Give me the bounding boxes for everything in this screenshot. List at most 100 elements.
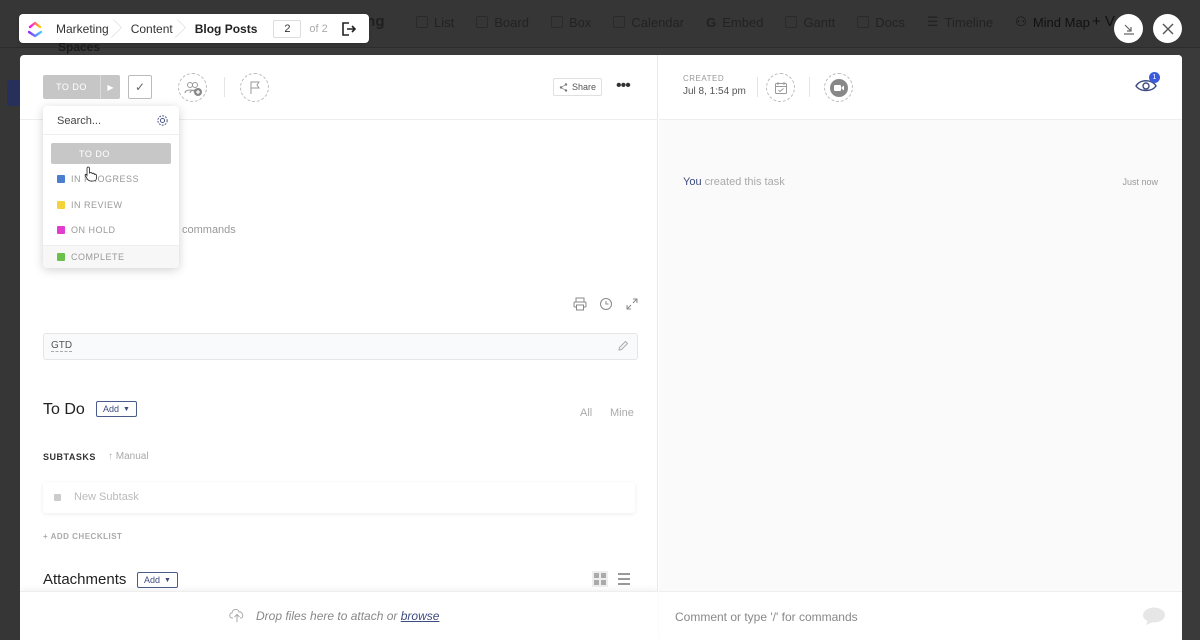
status-dropdown: Search... TO DO IN PROGRESS IN REVIEW ON… xyxy=(43,106,179,268)
filter-mine[interactable]: Mine xyxy=(610,407,634,419)
video-record-button[interactable] xyxy=(824,73,853,102)
watchers-count-badge: 1 xyxy=(1149,72,1160,83)
todo-add-button[interactable]: Add ▼ xyxy=(96,401,137,417)
board-icon xyxy=(476,16,489,28)
view-tab-list[interactable]: List xyxy=(416,14,454,30)
close-button[interactable] xyxy=(1153,14,1182,43)
status-search-input[interactable]: Search... xyxy=(57,115,101,127)
share-button[interactable]: Share xyxy=(553,78,603,96)
status-swatch xyxy=(57,225,65,234)
print-icon[interactable] xyxy=(573,297,587,311)
header-divider xyxy=(809,77,810,97)
view-tab-box[interactable]: Box xyxy=(550,14,591,30)
sort-manual-button[interactable]: ↑ Manual xyxy=(108,451,149,462)
activity-item: You created this task xyxy=(683,176,785,188)
edit-icon[interactable] xyxy=(617,340,629,352)
view-tab-gantt[interactable]: Gantt xyxy=(785,14,835,30)
breadcrumb-folder[interactable]: Content xyxy=(121,14,185,43)
status-option-in-progress[interactable]: IN PROGRESS xyxy=(51,168,171,189)
history-icon[interactable] xyxy=(599,297,613,311)
clickup-logo-icon xyxy=(27,21,43,37)
view-tab-embed[interactable]: G Embed xyxy=(706,14,763,30)
status-option-on-hold[interactable]: ON HOLD xyxy=(51,219,171,240)
activity-actor[interactable]: You xyxy=(683,176,702,188)
status-option-in-review[interactable]: IN REVIEW xyxy=(51,194,171,215)
share-label: Share xyxy=(572,82,597,92)
list-icon xyxy=(416,16,428,28)
created-value: Jul 8, 1:54 pm xyxy=(683,86,746,97)
minimize-button[interactable] xyxy=(1114,14,1143,43)
view-tab-mind-map[interactable]: ⚇ Mind Map xyxy=(1015,14,1090,30)
gear-icon[interactable] xyxy=(156,114,169,127)
embed-icon: G xyxy=(706,14,717,30)
activity-pane: CREATED Jul 8, 1:54 pm 1 You created thi… xyxy=(659,55,1182,640)
view-tabs: List Board Box Calendar G Embed Gantt Doc… xyxy=(416,14,1090,30)
minimize-icon xyxy=(1123,24,1134,35)
view-tab-timeline[interactable]: ☰ Timeline xyxy=(927,14,993,30)
grid-view-icon[interactable] xyxy=(592,571,608,587)
filter-all[interactable]: All xyxy=(580,407,592,419)
next-status-button[interactable]: ▶ xyxy=(100,75,120,99)
more-options-button[interactable]: ••• xyxy=(616,78,631,94)
attachments-title: Attachments xyxy=(43,571,127,588)
tag-gtd[interactable]: GTD xyxy=(51,340,73,352)
subtask-status-icon xyxy=(54,494,61,501)
new-subtask-placeholder: New Subtask xyxy=(74,491,139,503)
status-button[interactable]: TO DO ▶ xyxy=(43,75,120,99)
task-breadcrumb: Marketing Content Blog Posts of 2 xyxy=(19,14,369,43)
task-page-total: of 2 xyxy=(309,22,328,35)
list-view-icon[interactable] xyxy=(616,571,632,587)
calendar-icon xyxy=(613,16,626,28)
priority-button[interactable] xyxy=(240,73,269,102)
caret-down-icon: ▼ xyxy=(123,405,130,413)
activity-header: CREATED Jul 8, 1:54 pm 1 xyxy=(659,55,1182,120)
status-option-todo[interactable]: TO DO xyxy=(51,143,171,164)
breadcrumb-space[interactable]: Marketing xyxy=(52,14,121,43)
sidebar-active-item xyxy=(7,80,20,106)
gantt-icon xyxy=(785,16,798,28)
calendar-icon xyxy=(774,81,787,94)
drop-files-text: Drop files here to attach or browse xyxy=(256,609,440,623)
view-tab-board[interactable]: Board xyxy=(476,14,529,30)
task-modal: TO DO ▶ ✓ Share ••• commands GTD To Do A… xyxy=(20,55,1182,640)
attachment-drop-zone[interactable]: Drop files here to attach or browse xyxy=(20,591,658,640)
attachments-add-button[interactable]: Add ▼ xyxy=(137,572,178,588)
comment-placeholder: Comment or type '/' for commands xyxy=(675,610,858,624)
due-date-button[interactable] xyxy=(766,73,795,102)
share-icon xyxy=(559,82,568,92)
description-tools xyxy=(573,297,639,311)
expand-icon[interactable] xyxy=(625,297,639,311)
new-subtask-input[interactable]: New Subtask xyxy=(43,482,635,513)
add-view-button[interactable]: + V xyxy=(1092,13,1115,30)
status-option-complete[interactable]: COMPLETE xyxy=(51,246,171,267)
comment-input[interactable]: Comment or type '/' for commands xyxy=(659,591,1182,640)
created-label: CREATED xyxy=(683,74,725,83)
description-placeholder[interactable]: commands xyxy=(182,224,236,236)
assignees-button[interactable] xyxy=(178,73,207,102)
mark-complete-button[interactable]: ✓ xyxy=(128,75,152,99)
exit-icon[interactable] xyxy=(340,21,356,37)
status-swatch xyxy=(57,150,65,158)
arrow-up-icon: ↑ xyxy=(108,451,116,462)
breadcrumb-list[interactable]: Blog Posts xyxy=(185,14,270,43)
todo-section-title: To Do xyxy=(43,401,85,418)
add-checklist-button[interactable]: + ADD CHECKLIST xyxy=(43,532,122,541)
menu-divider xyxy=(43,134,179,135)
browse-link[interactable]: browse xyxy=(401,609,440,623)
mind-map-icon: ⚇ xyxy=(1015,14,1027,29)
close-icon xyxy=(1162,23,1173,34)
subtasks-label: SUBTASKS xyxy=(43,452,96,462)
view-tab-calendar[interactable]: Calendar xyxy=(613,14,684,30)
tags-field[interactable]: GTD xyxy=(43,333,638,360)
hand-cursor-icon xyxy=(84,166,97,182)
caret-down-icon: ▼ xyxy=(164,576,171,584)
view-tab-docs[interactable]: Docs xyxy=(857,14,905,30)
status-label[interactable]: TO DO xyxy=(43,75,100,99)
arrow-right-icon: ▶ xyxy=(107,82,114,92)
cloud-upload-icon xyxy=(229,609,244,622)
status-swatch xyxy=(57,200,65,209)
comment-bubble-icon[interactable] xyxy=(1142,606,1166,626)
box-icon xyxy=(550,16,563,28)
video-camera-icon xyxy=(829,78,848,97)
task-page-input[interactable] xyxy=(273,19,302,38)
